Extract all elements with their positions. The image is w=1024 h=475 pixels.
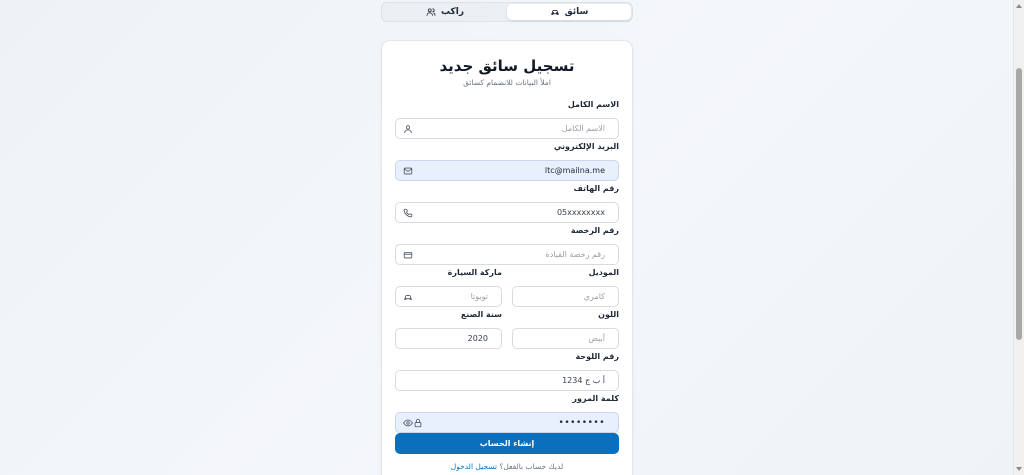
full-name-label: الاسم الكامل <box>567 100 619 109</box>
email-field: البريد الإلكتروني ltc@mailna.me <box>395 142 619 181</box>
users-icon <box>426 8 436 16</box>
phone-field: رقم الهاتف 05xxxxxxxx <box>395 184 619 223</box>
color-field: اللون أبيض <box>512 310 619 349</box>
phone-icon <box>403 208 413 218</box>
license-placeholder: رقم رخصة القيادة <box>545 250 605 259</box>
year-placeholder: 2020 <box>467 334 488 343</box>
plate-label: رقم اللوحة <box>575 352 619 361</box>
create-account-button[interactable]: إنشاء الحساب <box>395 433 619 454</box>
login-prompt: لديك حساب بالفعل؟ تسجيل الدخول <box>382 462 632 471</box>
plate-placeholder: أ ب ج 1234 <box>562 376 605 385</box>
car-make-input[interactable]: تويوتا <box>395 286 502 307</box>
password-field: كلمة المرور •••••••• <box>395 394 619 433</box>
car-icon <box>403 292 413 302</box>
license-field: رقم الرخصة رقم رخصة القيادة <box>395 226 619 265</box>
password-label: كلمة المرور <box>572 394 619 403</box>
year-input[interactable]: 2020 <box>395 328 502 349</box>
color-label: اللون <box>598 310 619 319</box>
car-icon <box>550 10 559 15</box>
year-label: سنة الصنع <box>460 310 502 319</box>
email-label: البريد الإلكتروني <box>553 142 619 151</box>
license-label: رقم الرخصة <box>570 226 619 235</box>
color-placeholder: أبيض <box>588 334 605 343</box>
page-scrollbar[interactable] <box>1013 0 1024 475</box>
page-title: تسجيل سائق جديد <box>439 57 575 75</box>
plate-field: رقم اللوحة أ ب ج 1234 <box>395 352 619 391</box>
scroll-up-icon[interactable] <box>1016 4 1022 8</box>
tab-driver[interactable]: سائق <box>507 4 631 20</box>
login-prompt-text: لديك حساب بالفعل؟ <box>499 462 564 471</box>
phone-input[interactable]: 05xxxxxxxx <box>395 202 619 223</box>
plate-input[interactable]: أ ب ج 1234 <box>395 370 619 391</box>
scroll-down-icon[interactable] <box>1016 467 1022 471</box>
password-input[interactable]: •••••••• <box>395 412 619 433</box>
model-placeholder: كامري <box>583 292 605 301</box>
tab-passenger[interactable]: راكب <box>383 4 507 20</box>
login-link[interactable]: تسجيل الدخول <box>451 462 497 471</box>
car-make-field: ماركة السيارة تويوتا <box>395 268 502 307</box>
id-card-icon <box>403 250 413 260</box>
mail-icon <box>403 166 413 176</box>
role-tabs: سائق راكب <box>381 2 633 22</box>
car-make-label: ماركة السيارة <box>447 268 502 277</box>
password-value: •••••••• <box>558 417 605 428</box>
car-make-placeholder: تويوتا <box>470 292 488 301</box>
show-password-icon[interactable] <box>403 418 413 428</box>
model-input[interactable]: كامري <box>512 286 619 307</box>
full-name-input[interactable]: الاسم الكامل <box>395 118 619 139</box>
user-icon <box>403 124 413 134</box>
tab-driver-label: سائق <box>564 7 589 17</box>
page-subtitle: املأ البيانات للانضمام كسائق <box>463 78 551 87</box>
phone-placeholder: 05xxxxxxxx <box>556 208 605 217</box>
tab-passenger-label: راكب <box>440 7 465 17</box>
model-field: الموديل كامري <box>512 268 619 307</box>
email-input[interactable]: ltc@mailna.me <box>395 160 619 181</box>
license-input[interactable]: رقم رخصة القيادة <box>395 244 619 265</box>
model-label: الموديل <box>588 268 619 277</box>
color-input[interactable]: أبيض <box>512 328 619 349</box>
scrollbar-thumb[interactable] <box>1016 68 1022 340</box>
full-name-placeholder: الاسم الكامل <box>561 124 605 133</box>
phone-label: رقم الهاتف <box>573 184 619 193</box>
year-field: سنة الصنع 2020 <box>395 310 502 349</box>
lock-icon <box>413 418 423 428</box>
registration-card: تسجيل سائق جديد املأ البيانات للانضمام ك… <box>381 40 633 475</box>
full-name-field: الاسم الكامل الاسم الكامل <box>395 100 619 139</box>
email-value: ltc@mailna.me <box>544 166 605 175</box>
